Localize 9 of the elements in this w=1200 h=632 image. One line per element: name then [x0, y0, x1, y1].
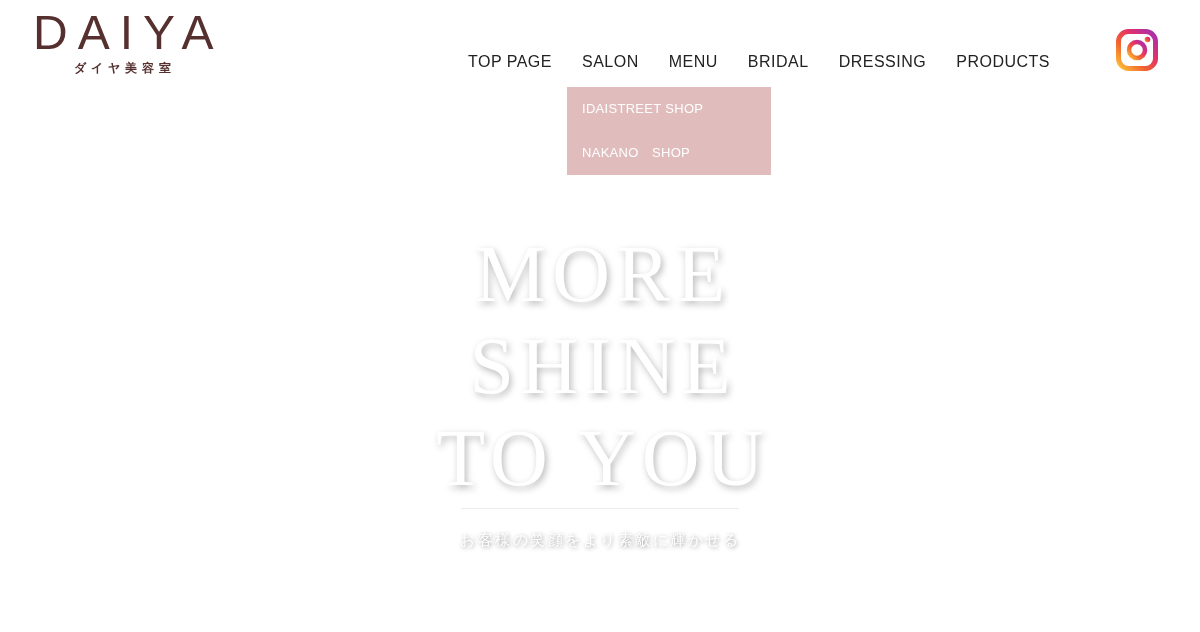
nav-link[interactable]: BRIDAL	[732, 50, 824, 74]
nav-link[interactable]: MENU	[653, 50, 733, 74]
nav-link[interactable]: TOP PAGE	[452, 50, 567, 74]
instagram-icon[interactable]	[1116, 29, 1158, 71]
logo-wordmark: DAIYA	[33, 10, 224, 56]
logo-subtitle: ダイヤ美容室	[74, 60, 177, 76]
nav-link[interactable]: DRESSING	[823, 50, 942, 74]
nav-link[interactable]: SALON	[567, 50, 654, 74]
nav-link[interactable]: PRODUCTS	[941, 50, 1065, 74]
